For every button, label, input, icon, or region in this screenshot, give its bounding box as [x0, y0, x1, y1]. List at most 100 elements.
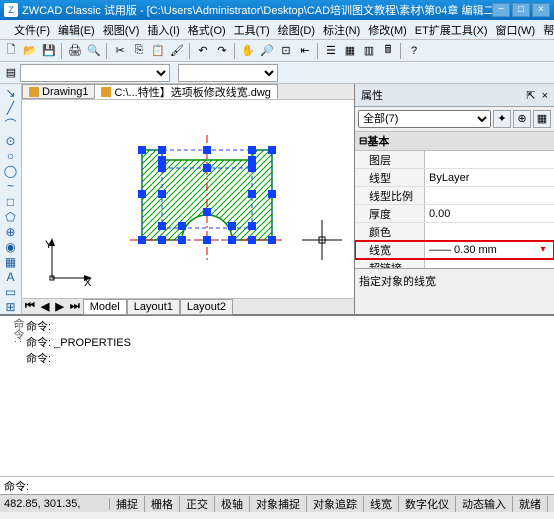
selection-combo[interactable]: 全部(7)	[358, 110, 491, 128]
polygon-icon[interactable]: ⬠	[2, 210, 20, 224]
properties-close-icon[interactable]: ×	[542, 90, 548, 102]
preview-icon[interactable]: 🔍	[85, 42, 103, 60]
select-objects-icon[interactable]: ⊕	[513, 110, 531, 128]
maximize-button[interactable]: □	[512, 3, 530, 17]
open-icon[interactable]: 📂	[21, 42, 39, 60]
dyn-toggle[interactable]: 动态输入	[456, 496, 513, 512]
layout-tab-layout1[interactable]: Layout1	[127, 299, 180, 315]
svg-text:X: X	[84, 277, 92, 288]
layout-tabs: ⏮ ◀ ▶ ⏭ Model Layout1 Layout2	[22, 298, 354, 314]
ucs-icon: Y X	[42, 238, 92, 288]
layout-prev-button[interactable]: ◀	[38, 300, 52, 313]
minimize-button[interactable]: −	[492, 3, 510, 17]
point-icon[interactable]: ⊕	[2, 225, 20, 239]
menu-dimension[interactable]: 标注(N)	[319, 20, 364, 40]
zoom-icon[interactable]: 🔎	[258, 42, 276, 60]
menu-et[interactable]: ET扩展工具(X)	[411, 20, 492, 40]
spline-icon[interactable]: ~	[2, 179, 20, 193]
properties-icon[interactable]: ☰	[322, 42, 340, 60]
match-icon[interactable]: 🖌	[168, 42, 186, 60]
toggle-pickadd-icon[interactable]: ▦	[533, 110, 551, 128]
menu-file[interactable]: 文件(F)	[10, 20, 54, 40]
menu-window[interactable]: 窗口(W)	[492, 20, 540, 40]
grid-toggle[interactable]: 栅格	[145, 496, 180, 512]
prop-row-layer[interactable]: 图层	[355, 151, 554, 169]
pan-icon[interactable]: ✋	[239, 42, 257, 60]
command-input[interactable]: 命令:	[0, 476, 554, 494]
rectangle-icon[interactable]: □	[2, 194, 20, 208]
prop-row-thickness[interactable]: 厚度0.00	[355, 205, 554, 223]
close-button[interactable]: ×	[532, 3, 550, 17]
drawing-area: Drawing1 C:\...特性】选项板修改线宽.dwg	[22, 84, 354, 314]
undo-icon[interactable]: ↶	[194, 42, 212, 60]
table-icon[interactable]: ⊞	[2, 300, 20, 314]
toolpalette-icon[interactable]: ▥	[360, 42, 378, 60]
layout-last-button[interactable]: ⏭	[67, 300, 83, 313]
doc-tab-2[interactable]: C:\...特性】选项板修改线宽.dwg	[94, 84, 277, 99]
designcenter-icon[interactable]: ▦	[341, 42, 359, 60]
paste-icon[interactable]: 📋	[149, 42, 167, 60]
layer-manager-icon[interactable]: ▤	[2, 64, 20, 82]
doc-tab-1[interactable]: Drawing1	[22, 84, 95, 99]
layout-tab-layout2[interactable]: Layout2	[180, 299, 233, 315]
osnap-toggle[interactable]: 对象捕捉	[250, 496, 307, 512]
polar-toggle[interactable]: 极轴	[215, 496, 250, 512]
document-tabs: Drawing1 C:\...特性】选项板修改线宽.dwg	[22, 84, 354, 100]
text-icon[interactable]: A	[2, 270, 20, 284]
color-combo[interactable]	[178, 64, 278, 82]
canvas[interactable]: Y X	[22, 100, 354, 298]
menu-view[interactable]: 视图(V)	[99, 20, 144, 40]
save-icon[interactable]: 💾	[40, 42, 58, 60]
prop-row-ltscale[interactable]: 线型比例	[355, 187, 554, 205]
print-icon[interactable]: 🖨	[66, 42, 84, 60]
block-icon[interactable]: ◉	[2, 240, 20, 254]
prop-row-lineweight[interactable]: 线宽—— 0.30 mm▾	[355, 241, 554, 259]
menu-edit[interactable]: 编辑(E)	[54, 20, 99, 40]
cut-icon[interactable]: ✂	[111, 42, 129, 60]
donut-icon[interactable]: ◯	[2, 164, 20, 178]
menu-draw[interactable]: 绘图(D)	[274, 20, 319, 40]
title-bar: Z ZWCAD Classic 试用版 - [C:\Users\Administ…	[0, 0, 554, 20]
window-title: ZWCAD Classic 试用版 - [C:\Users\Administra…	[22, 2, 492, 18]
window-buttons: − □ ×	[492, 3, 550, 17]
otrack-toggle[interactable]: 对象追踪	[307, 496, 364, 512]
circle-icon[interactable]: ⊙	[2, 134, 20, 148]
layer-combo[interactable]	[20, 64, 170, 82]
region-icon[interactable]: ▭	[2, 285, 20, 299]
snap-toggle[interactable]: 捕捉	[110, 496, 145, 512]
properties-panel: 属性 ⇱ × 全部(7) ✦ ⊕ ▦ 基本 图层 线型ByLayer 线型比例 …	[354, 84, 554, 314]
new-icon[interactable]: 🗋	[2, 42, 20, 60]
ortho-toggle[interactable]: 正交	[180, 496, 215, 512]
menu-help[interactable]: 帮助(H)	[539, 20, 554, 40]
lweight-toggle[interactable]: 线宽	[364, 496, 399, 512]
left-toolbar: ↘ ╱ ⌒ ⊙ ○ ◯ ~ □ ⬠ ⊕ ◉ ▦ A ▭ ⊞	[0, 84, 22, 314]
category-basic[interactable]: 基本	[355, 132, 554, 151]
ellipse-icon[interactable]: ○	[2, 149, 20, 163]
arc-icon[interactable]: ⌒	[2, 116, 20, 133]
quick-select-icon[interactable]: ✦	[493, 110, 511, 128]
menu-tools[interactable]: 工具(T)	[230, 20, 274, 40]
zoom-prev-icon[interactable]: ⇤	[296, 42, 314, 60]
help-icon[interactable]: ?	[405, 42, 423, 60]
copy-icon[interactable]: ⎘	[130, 42, 148, 60]
dropdown-icon[interactable]: ▾	[536, 244, 550, 255]
prop-row-color[interactable]: 颜色	[355, 223, 554, 241]
prop-row-linetype[interactable]: 线型ByLayer	[355, 169, 554, 187]
hatch-icon[interactable]: ▦	[2, 255, 20, 269]
menu-modify[interactable]: 修改(M)	[364, 20, 411, 40]
layout-next-button[interactable]: ▶	[52, 300, 66, 313]
ray-icon[interactable]: ╱	[2, 101, 20, 115]
properties-grid: 基本 图层 线型ByLayer 线型比例 厚度0.00 颜色 线宽—— 0.30…	[355, 132, 554, 268]
menu-format[interactable]: 格式(O)	[184, 20, 230, 40]
command-label: 命令:	[4, 318, 26, 474]
redo-icon[interactable]: ↷	[213, 42, 231, 60]
zoom-window-icon[interactable]: ⊡	[277, 42, 295, 60]
layout-first-button[interactable]: ⏮	[22, 300, 38, 313]
prop-row-hyperlink[interactable]: 超链接	[355, 259, 554, 268]
menu-insert[interactable]: 插入(I)	[143, 20, 183, 40]
line-icon[interactable]: ↘	[2, 86, 20, 100]
tablet-toggle[interactable]: 数字化仪	[399, 496, 456, 512]
properties-pin-icon[interactable]: ⇱	[526, 90, 535, 102]
calc-icon[interactable]: 🖩	[379, 42, 397, 60]
layout-tab-model[interactable]: Model	[83, 299, 127, 315]
